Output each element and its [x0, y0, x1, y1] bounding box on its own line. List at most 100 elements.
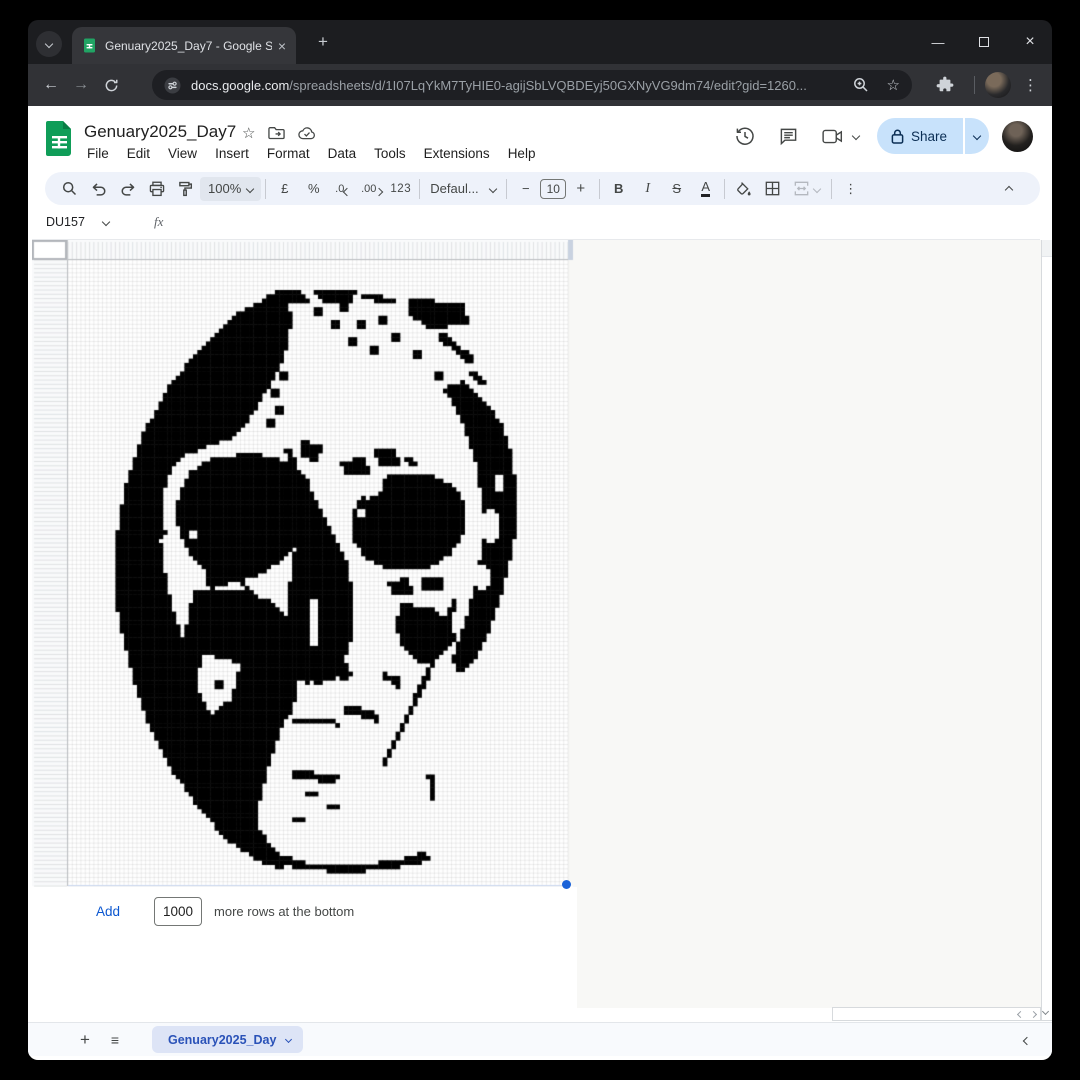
divider — [265, 179, 266, 199]
comments-icon[interactable] — [779, 127, 798, 146]
new-tab-button[interactable]: + — [312, 32, 334, 52]
browser-window: Genuary2025_Day7 - Google Sh × + — × ← →… — [28, 20, 1052, 1060]
name-box[interactable]: DU157 — [32, 215, 128, 229]
fx-label: fx — [154, 214, 163, 230]
strikethrough-button[interactable]: S — [662, 176, 691, 202]
user-avatar[interactable] — [1002, 121, 1033, 152]
scrollbar-cap — [1042, 240, 1052, 257]
forward-button[interactable]: → — [66, 76, 96, 94]
bold-button[interactable]: B — [604, 176, 633, 202]
url-bar[interactable]: docs.google.com/spreadsheets/d/1I07LqYkM… — [152, 70, 912, 100]
menu-bar: FileEditViewInsertFormatDataToolsExtensi… — [78, 143, 544, 164]
star-icon[interactable]: ☆ — [242, 124, 255, 142]
share-button[interactable]: Share — [877, 118, 963, 154]
tab-close-icon[interactable]: × — [278, 38, 286, 54]
close-window-button[interactable]: × — [1020, 33, 1040, 51]
site-settings-icon[interactable] — [164, 77, 181, 94]
extensions-icon[interactable] — [936, 76, 954, 94]
maximize-icon — [979, 37, 989, 47]
currency-format-button[interactable]: £ — [270, 176, 299, 202]
hide-menus-button[interactable] — [1006, 180, 1012, 198]
tab-title: Genuary2025_Day7 - Google Sh — [105, 39, 272, 53]
document-title[interactable]: Genuary2025_Day7 — [84, 122, 236, 142]
sheets-app: Genuary2025_Day7 ☆ FileEditViewInsertFor… — [28, 106, 1052, 1060]
decrease-font-size-button[interactable]: − — [511, 176, 540, 202]
paint-format-button[interactable] — [171, 176, 200, 202]
move-folder-icon[interactable] — [268, 126, 285, 140]
search-menus-button[interactable] — [55, 176, 84, 202]
collapse-panel-icon[interactable] — [1024, 1031, 1030, 1049]
add-sheet-button[interactable]: + — [70, 1030, 100, 1050]
fill-color-button[interactable] — [729, 176, 758, 202]
sheets-logo[interactable] — [46, 121, 73, 156]
version-history-icon[interactable] — [735, 126, 755, 146]
share-dropdown[interactable] — [965, 118, 989, 154]
menu-item-file[interactable]: File — [78, 143, 118, 164]
chevron-down-icon — [45, 40, 53, 48]
sheet-end-handle[interactable] — [562, 880, 571, 889]
menu-item-data[interactable]: Data — [319, 143, 366, 164]
spreadsheet-grid[interactable] — [32, 240, 577, 887]
sheets-favicon — [82, 38, 97, 53]
divider — [831, 179, 832, 199]
browser-tab[interactable]: Genuary2025_Day7 - Google Sh × — [72, 27, 296, 64]
browser-profile-avatar[interactable] — [985, 72, 1011, 98]
merge-cells-button[interactable] — [787, 176, 827, 202]
back-button[interactable]: ← — [36, 76, 66, 94]
add-rows-label: more rows at the bottom — [214, 904, 354, 919]
sheet-tab-bar: + ≡ Genuary2025_Day — [28, 1022, 1052, 1056]
cloud-saved-icon[interactable] — [298, 127, 316, 140]
divider — [599, 179, 600, 199]
divider — [974, 76, 975, 94]
reload-button[interactable] — [96, 78, 126, 93]
borders-button[interactable] — [758, 176, 787, 202]
scroll-right-icon[interactable] — [1030, 1010, 1037, 1017]
divider — [724, 179, 725, 199]
add-rows-link[interactable]: Add — [96, 904, 120, 919]
menu-item-edit[interactable]: Edit — [118, 143, 159, 164]
text-color-button[interactable]: A — [691, 176, 720, 202]
font-select[interactable]: Defaul... — [424, 181, 502, 196]
redo-button[interactable] — [113, 176, 142, 202]
browser-menu-icon[interactable]: ⋮ — [1023, 76, 1038, 94]
menu-item-format[interactable]: Format — [258, 143, 319, 164]
sheet-menu-icon — [285, 1036, 292, 1043]
tab-search-button[interactable] — [36, 31, 62, 57]
horizontal-scrollbar[interactable] — [832, 1007, 1041, 1021]
meet-dropdown[interactable] — [853, 133, 859, 139]
more-formats-button[interactable]: 123 — [386, 176, 415, 202]
increase-decimal-button[interactable]: .00 — [357, 176, 386, 202]
increase-font-size-button[interactable]: + — [566, 176, 595, 202]
chevron-down-icon — [246, 184, 254, 192]
scroll-down-icon[interactable] — [1042, 1008, 1049, 1015]
menu-item-help[interactable]: Help — [499, 143, 545, 164]
zoom-icon[interactable] — [853, 77, 869, 93]
undo-button[interactable] — [84, 176, 113, 202]
meet-icon[interactable] — [822, 129, 843, 144]
menu-item-extensions[interactable]: Extensions — [415, 143, 499, 164]
maximize-button[interactable] — [974, 35, 994, 50]
lock-icon — [891, 129, 904, 144]
minimize-button[interactable]: — — [928, 35, 948, 50]
decrease-decimal-button[interactable]: .0 — [328, 176, 357, 202]
print-button[interactable] — [142, 176, 171, 202]
font-size-input[interactable]: 10 — [540, 179, 566, 199]
toolbar-more-button[interactable]: ⋮ — [836, 176, 865, 202]
bookmark-star-icon[interactable]: ☆ — [887, 76, 900, 94]
menu-item-view[interactable]: View — [159, 143, 206, 164]
menu-item-tools[interactable]: Tools — [365, 143, 415, 164]
vertical-scrollbar[interactable] — [1041, 240, 1052, 1021]
window-controls: — × — [928, 20, 1040, 64]
active-sheet-tab[interactable]: Genuary2025_Day — [152, 1026, 303, 1053]
percent-format-button[interactable]: % — [299, 176, 328, 202]
add-rows-input[interactable]: 1000 — [154, 897, 202, 926]
all-sheets-button[interactable]: ≡ — [100, 1032, 130, 1048]
font-name: Defaul... — [430, 181, 482, 196]
italic-button[interactable]: I — [633, 176, 662, 202]
menu-item-insert[interactable]: Insert — [206, 143, 258, 164]
scroll-left-icon[interactable] — [1017, 1010, 1024, 1017]
tab-strip: Genuary2025_Day7 - Google Sh × + — × — [28, 20, 1052, 64]
zoom-select[interactable]: 100% — [200, 177, 261, 201]
browser-toolbar: ← → docs.google.com/spreadsheets/d/1I07L… — [28, 64, 1052, 106]
zoom-value: 100% — [208, 181, 241, 196]
